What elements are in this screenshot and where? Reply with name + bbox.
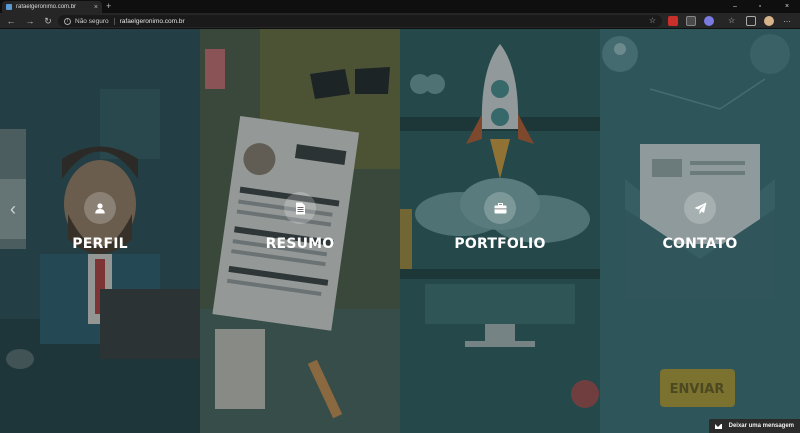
- panel-content: PORTFOLIO: [400, 192, 600, 252]
- favicon-icon: [6, 4, 12, 10]
- tab-close-icon[interactable]: ×: [94, 4, 98, 11]
- panel-perfil[interactable]: ‹ PERFIL: [0, 29, 200, 433]
- paper-plane-icon: [684, 192, 716, 224]
- bookmark-star-icon[interactable]: ☆: [649, 16, 656, 25]
- menu-icon[interactable]: …: [783, 16, 793, 26]
- panel-content: CONTATO: [600, 192, 800, 252]
- document-icon: [284, 192, 316, 224]
- panel-label: CONTATO: [662, 236, 738, 252]
- panel-resumo[interactable]: RESUMO: [200, 29, 400, 433]
- panel-label: PERFIL: [72, 236, 128, 252]
- page: ‹ PERFIL RESUMO PORTFOLIO ENVIAR CONTATO…: [0, 29, 800, 433]
- favorites-icon[interactable]: ☆: [728, 16, 738, 26]
- panel-portfolio[interactable]: PORTFOLIO: [400, 29, 600, 433]
- browser-tab[interactable]: rafaelgeronimo.com.br ×: [2, 1, 102, 13]
- new-tab-button[interactable]: +: [106, 1, 111, 12]
- user-icon: [84, 192, 116, 224]
- maximize-button[interactable]: ▫: [749, 0, 771, 13]
- back-icon[interactable]: ←: [5, 15, 17, 27]
- mail-icon: [714, 423, 722, 429]
- profile-avatar[interactable]: [764, 16, 774, 26]
- divider: [113, 17, 115, 25]
- panel-content: RESUMO: [200, 192, 400, 252]
- forward-icon[interactable]: →: [24, 15, 36, 27]
- browser-toolbar: ← → ↻ i Não seguro rafaelgeronimo.com.br…: [0, 13, 800, 29]
- extension-icon[interactable]: [704, 16, 714, 26]
- panel-contato[interactable]: ENVIAR CONTATO: [600, 29, 800, 433]
- security-label: Não seguro: [75, 17, 109, 25]
- collections-icon[interactable]: [746, 16, 756, 26]
- panel-label: RESUMO: [265, 236, 335, 252]
- leave-message-button[interactable]: Deixar uma mensagem: [708, 419, 800, 433]
- close-window-button[interactable]: ×: [776, 0, 798, 13]
- leave-message-label: Deixar uma mensagem: [728, 423, 794, 429]
- info-icon[interactable]: i: [64, 17, 71, 25]
- reload-icon[interactable]: ↻: [42, 15, 54, 27]
- address-bar[interactable]: i Não seguro rafaelgeronimo.com.br ☆: [58, 15, 662, 27]
- panel-content: PERFIL: [0, 192, 200, 252]
- tab-title: rafaelgeronimo.com.br: [16, 4, 77, 10]
- briefcase-icon: [484, 192, 516, 224]
- panel-label: PORTFOLIO: [454, 236, 546, 252]
- minimize-button[interactable]: –: [724, 0, 746, 13]
- extension-icon[interactable]: [686, 16, 696, 26]
- tab-bar: rafaelgeronimo.com.br × + – ▫ ×: [0, 0, 800, 13]
- extension-icon[interactable]: [668, 16, 678, 26]
- url-text[interactable]: rafaelgeronimo.com.br: [120, 18, 185, 25]
